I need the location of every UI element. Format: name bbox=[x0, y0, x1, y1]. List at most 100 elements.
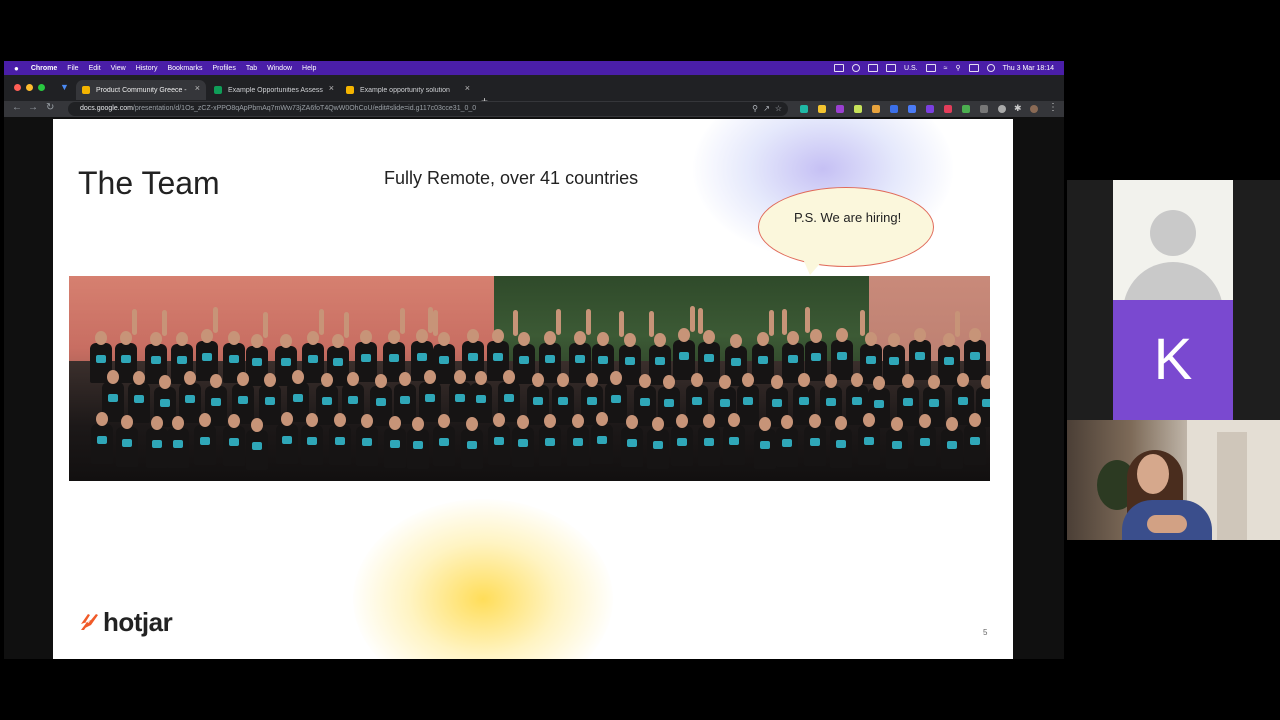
team-member-head bbox=[786, 330, 799, 345]
battery-icon[interactable] bbox=[925, 64, 936, 72]
menu-bookmarks[interactable]: Bookmarks bbox=[167, 65, 202, 72]
shirt-logo bbox=[307, 437, 318, 446]
menu-tab[interactable]: Tab bbox=[246, 65, 257, 72]
zoom-window-icon[interactable] bbox=[38, 84, 45, 91]
browser-toolbar: ← → ↻ docs.google.com/presentation/d/1Os… bbox=[4, 101, 1064, 117]
extension-icon[interactable] bbox=[854, 105, 862, 113]
shirt-logo bbox=[836, 440, 847, 449]
shirt-logo bbox=[159, 398, 170, 407]
accessibility-icon[interactable] bbox=[852, 64, 861, 72]
extension-icon[interactable] bbox=[800, 105, 808, 113]
browser-tab-strip: ▼ Product Community Greece - × Example O… bbox=[4, 75, 1064, 108]
tab-search-icon[interactable]: ▼ bbox=[60, 82, 69, 92]
menu-app-chrome[interactable]: Chrome bbox=[31, 65, 57, 72]
shirt-logo bbox=[107, 394, 118, 403]
extension-icon[interactable] bbox=[890, 105, 898, 113]
menu-history[interactable]: History bbox=[136, 65, 158, 72]
team-member-head bbox=[399, 371, 412, 386]
zoom-icon[interactable]: ⚲ bbox=[752, 102, 758, 116]
wifi-icon[interactable]: ≈ bbox=[944, 65, 948, 72]
tab-product-community[interactable]: Product Community Greece - × bbox=[76, 80, 206, 100]
team-member-head bbox=[158, 374, 171, 389]
share-icon[interactable]: ↗ bbox=[763, 102, 770, 116]
team-member bbox=[167, 428, 190, 469]
participant-camera-video[interactable] bbox=[1067, 420, 1280, 540]
shirt-logo bbox=[720, 399, 731, 408]
extension-icon[interactable] bbox=[908, 105, 916, 113]
apple-icon[interactable]: ● bbox=[14, 64, 19, 73]
menu-profiles[interactable]: Profiles bbox=[212, 65, 235, 72]
team-member bbox=[964, 340, 987, 381]
team-member bbox=[885, 429, 908, 470]
status-icon[interactable] bbox=[834, 64, 845, 72]
raised-hand bbox=[427, 307, 433, 334]
slide-subtitle: Fully Remote, over 41 countries bbox=[384, 168, 639, 188]
team-member bbox=[258, 384, 281, 425]
close-tab-icon[interactable]: × bbox=[465, 83, 470, 93]
search-icon[interactable]: ⚲ bbox=[955, 64, 960, 72]
raised-hand bbox=[556, 308, 562, 335]
extension-icon[interactable] bbox=[926, 105, 934, 113]
extension-icon[interactable] bbox=[836, 105, 844, 113]
speech-bubble-text: P.S. We are hiring! bbox=[794, 210, 902, 225]
screen-icon[interactable] bbox=[868, 64, 879, 72]
back-icon[interactable]: ← bbox=[12, 102, 22, 113]
participant-tile-no-video[interactable] bbox=[1113, 180, 1233, 300]
more-menu-icon[interactable]: ⋮ bbox=[1048, 102, 1058, 113]
shirt-logo bbox=[362, 437, 373, 446]
address-bar[interactable]: docs.google.com/presentation/d/1Os_zCZ-x… bbox=[68, 102, 788, 116]
team-member-head bbox=[280, 333, 293, 348]
raised-hand bbox=[343, 311, 349, 338]
team-member-head bbox=[346, 372, 359, 387]
shirt-logo bbox=[889, 356, 900, 365]
extension-icon[interactable] bbox=[944, 105, 952, 113]
close-tab-icon[interactable]: × bbox=[195, 83, 200, 93]
extension-icon[interactable] bbox=[818, 105, 826, 113]
extension-icon[interactable] bbox=[872, 105, 880, 113]
app-icon[interactable] bbox=[886, 64, 897, 72]
extension-icon[interactable] bbox=[980, 105, 988, 113]
menu-help[interactable]: Help bbox=[302, 65, 316, 72]
extension-icon[interactable] bbox=[962, 105, 970, 113]
input-locale[interactable]: U.S. bbox=[904, 65, 918, 72]
forward-icon[interactable]: → bbox=[28, 102, 38, 113]
puzzle-icon[interactable]: ✱ bbox=[1014, 103, 1022, 114]
shirt-logo bbox=[545, 438, 555, 447]
menu-edit[interactable]: Edit bbox=[89, 65, 101, 72]
siri-icon[interactable] bbox=[986, 64, 995, 72]
team-member-head bbox=[835, 328, 848, 343]
minimize-window-icon[interactable] bbox=[26, 84, 33, 91]
menu-view[interactable]: View bbox=[111, 65, 126, 72]
shirt-logo bbox=[252, 357, 263, 366]
team-member-head bbox=[850, 372, 863, 387]
team-member-head bbox=[374, 374, 387, 389]
team-member bbox=[91, 424, 114, 465]
close-window-icon[interactable] bbox=[14, 84, 21, 91]
shirt-logo bbox=[121, 438, 132, 447]
team-member-head bbox=[132, 371, 145, 386]
menu-clock[interactable]: Thu 3 Mar 18:14 bbox=[1003, 65, 1054, 72]
participant-tile-initial[interactable]: K bbox=[1113, 300, 1233, 420]
shirt-logo bbox=[361, 353, 372, 362]
menu-bar-status-area: U.S. ≈ ⚲ Thu 3 Mar 18:14 bbox=[834, 61, 1054, 75]
close-tab-icon[interactable]: × bbox=[329, 83, 334, 93]
menu-file[interactable]: File bbox=[67, 65, 78, 72]
menu-window[interactable]: Window bbox=[267, 65, 292, 72]
team-member-head bbox=[227, 330, 240, 345]
team-member bbox=[751, 343, 774, 384]
control-center-icon[interactable] bbox=[968, 64, 979, 72]
presentation-slide: The Team Fully Remote, over 41 countries… bbox=[53, 119, 1013, 659]
tab-opportunities-assessment[interactable]: Example Opportunities Assess × bbox=[208, 80, 340, 100]
shirt-logo bbox=[730, 357, 741, 366]
tab-opportunity-solution[interactable]: Example opportunity solution × bbox=[340, 80, 476, 100]
decorative-gradient-yellow bbox=[353, 499, 613, 659]
shirt-logo bbox=[573, 437, 584, 446]
reload-icon[interactable]: ↻ bbox=[46, 102, 54, 113]
profile-avatar[interactable] bbox=[1030, 105, 1038, 113]
raised-hand bbox=[805, 306, 811, 333]
team-member-head bbox=[465, 417, 478, 432]
wordpress-icon[interactable] bbox=[998, 105, 1006, 113]
shirt-logo bbox=[836, 352, 847, 361]
bookmark-star-icon[interactable]: ☆ bbox=[775, 102, 782, 116]
shirt-logo bbox=[826, 397, 837, 406]
